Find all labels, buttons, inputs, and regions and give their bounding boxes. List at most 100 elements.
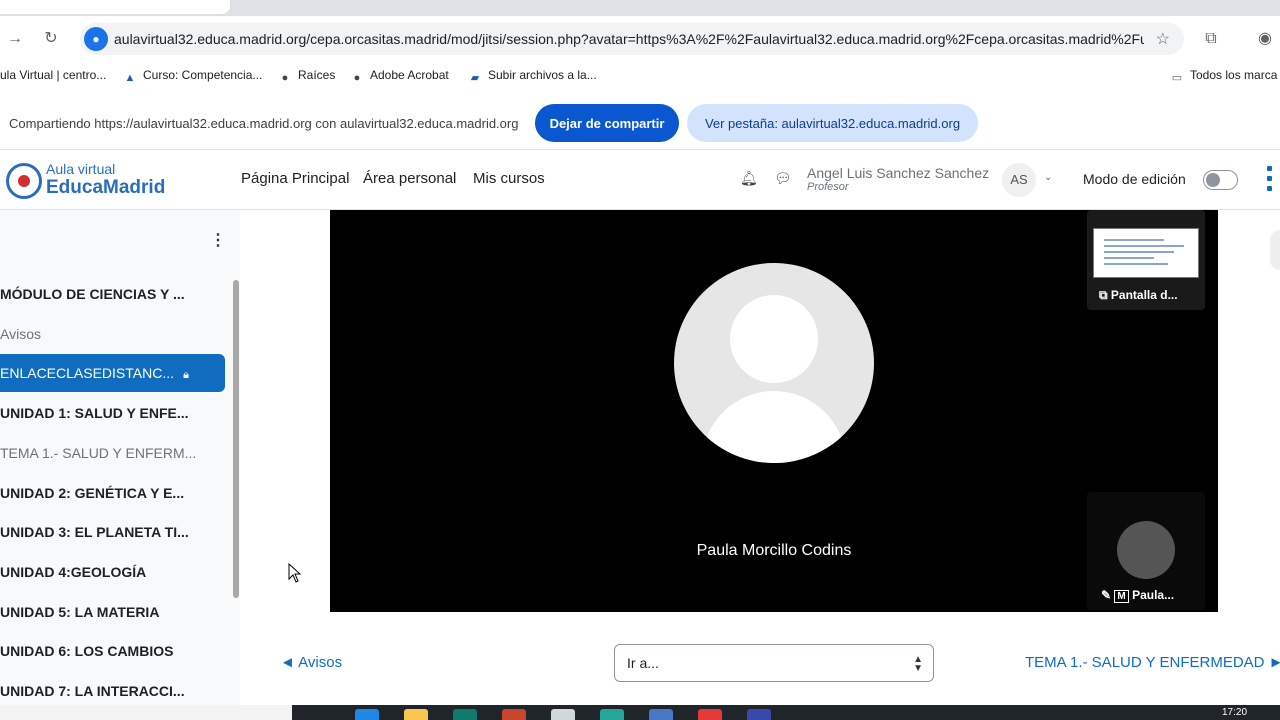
screen-share-label: Pantalla d... [1110, 288, 1178, 302]
sidebar-item-label: ENLACECLASEDISTANC... [0, 365, 175, 382]
bookmark-item[interactable]: ● Raíces [278, 68, 336, 85]
bookmark-item[interactable]: ▲ Curso: Competencia... [123, 68, 263, 85]
participant-thumb-label: Paula... [1132, 588, 1175, 602]
sharing-message: Compartiendo https://aulavirtual32.educa… [9, 116, 519, 131]
next-activity-link[interactable]: TEMA 1.- SALUD Y ENFERMEDAD ► [1025, 654, 1280, 671]
folder-icon: ▭ [1171, 72, 1183, 84]
educamadrid-logo[interactable]: Aula virtual EducaMadrid [6, 161, 186, 201]
view-tab-button[interactable]: Ver pestaña: aulavirtual32.educa.madrid.… [687, 104, 978, 142]
jump-to-value: Ir a... [627, 655, 659, 671]
browser-tab-strip [0, 0, 1280, 16]
os-taskbar: 17:20 [0, 705, 1280, 720]
sidebar-item[interactable]: MÓDULO DE CIENCIAS Y ... [0, 275, 225, 313]
logo-emblem-icon [6, 163, 42, 199]
nav-my-courses-link[interactable]: Mis cursos [473, 170, 545, 187]
sidebar-item[interactable]: UNIDAD 6: LOS CAMBIOS [0, 632, 225, 670]
browser-toolbar: → ↻ ● aulavirtual32.educa.madrid.org/cep… [0, 16, 1280, 62]
notifications-bell-icon[interactable]: 🔔︎ [740, 170, 758, 187]
participant-name: Paula Morcillo Codins [696, 542, 852, 559]
chrome-icon[interactable] [698, 709, 722, 720]
globe-icon: ● [281, 72, 289, 84]
mouse-pointer-icon [288, 563, 302, 583]
powerpoint-icon[interactable] [502, 709, 526, 720]
app-icon[interactable] [551, 709, 575, 720]
browser-tab[interactable] [0, 0, 230, 14]
edit-mode-toggle[interactable] [1203, 170, 1238, 190]
bookmarks-bar: ula Virtual | centro... ▲ Curso: Competen… [0, 62, 1280, 90]
jitsi-video-stage[interactable]: Paula Morcillo Codins ⧉ Pantalla d... ✎ … [330, 210, 1218, 612]
bookmark-star-icon[interactable]: ☆ [1156, 29, 1170, 49]
microphone-muted-icon: ✎ [1101, 588, 1115, 602]
all-bookmarks-folder[interactable]: ▭ Todos los marca [1170, 68, 1278, 85]
sidebar-item[interactable]: UNIDAD 3: EL PLANETA TI... [0, 513, 225, 551]
more-options-icon[interactable]: ⋮ [210, 230, 226, 250]
sidebar-item-label: UNIDAD 5: LA MATERIA [0, 603, 160, 620]
taskbar-clock: 17:20 [1222, 707, 1248, 718]
main-content: Paula Morcillo Codins ⧉ Pantalla d... ✎ … [240, 210, 1280, 705]
jump-to-select[interactable]: Ir a... ▲ ▼ [614, 644, 934, 682]
bookmark-item[interactable]: ● Adobe Acrobat [350, 68, 449, 85]
edge-icon[interactable] [355, 709, 379, 720]
sidebar-item-label: UNIDAD 2: GENÉTICA Y E... [0, 484, 185, 501]
sidebar-item[interactable]: UNIDAD 4:GEOLOGÍA [0, 553, 225, 591]
chevron-down-icon[interactable]: ⌄ [1044, 172, 1052, 183]
sidebar-item[interactable]: UNIDAD 5: LA MATERIA [0, 593, 225, 631]
participant-avatar [674, 263, 874, 463]
moderator-badge: M [1114, 590, 1129, 603]
participant-thumbnail[interactable]: ✎ M Paula... [1087, 492, 1205, 610]
sidebar-item-label: TEMA 1.- SALUD Y ENFERM... [0, 444, 197, 461]
sidebar-item-active[interactable]: ENLACECLASEDISTANC... 🔒︎ [0, 354, 225, 393]
scrollbar-thumb[interactable] [233, 280, 239, 598]
app-icon[interactable] [747, 709, 771, 720]
clapperboard-icon: ▰ [470, 72, 480, 84]
previous-activity-link[interactable]: ◄ Avisos [280, 654, 342, 671]
apps-grid-icon[interactable] [1263, 166, 1280, 194]
nav-dashboard-link[interactable]: Área personal [363, 170, 456, 187]
sidebar-item[interactable]: UNIDAD 7: LA INTERACCI... [0, 672, 225, 705]
sidebar-item-label: UNIDAD 4:GEOLOGÍA [0, 563, 147, 580]
lock-icon: 🔒︎ [180, 369, 189, 382]
bookmark-item[interactable]: ▰ Subir archivos a la... [468, 68, 597, 85]
sidebar-item[interactable]: UNIDAD 2: GENÉTICA Y E... [0, 474, 225, 512]
participant-thumb-avatar [1117, 521, 1175, 579]
tab-sharing-bar: Compartiendo https://aulavirtual32.educa… [0, 96, 1280, 150]
app-icon[interactable] [600, 709, 624, 720]
taskbar-search[interactable] [0, 705, 292, 720]
screen-preview [1093, 228, 1199, 278]
address-bar[interactable]: ● aulavirtual32.educa.madrid.org/cepa.or… [80, 23, 1184, 55]
extensions-icon[interactable]: ⧉ [1200, 28, 1222, 50]
site-header: Aula virtual EducaMadrid Página Principa… [0, 150, 1280, 210]
sidebar-item-label: Avisos [0, 325, 41, 342]
stop-sharing-button[interactable]: Dejar de compartir [535, 104, 679, 142]
sidebar-item[interactable]: UNIDAD 1: SALUD Y ENFE... [0, 394, 225, 432]
word-icon[interactable] [649, 709, 673, 720]
screen-share-icon: ⧉ [1099, 288, 1111, 302]
sidebar-item[interactable]: TEMA 1.- SALUD Y ENFERM... [0, 434, 225, 472]
screen-share-thumbnail[interactable]: ⧉ Pantalla d... [1087, 210, 1205, 310]
file-explorer-icon[interactable] [404, 709, 428, 720]
app-icon[interactable] [453, 709, 477, 720]
forward-icon[interactable]: → [4, 28, 26, 50]
nav-home-link[interactable]: Página Principal [241, 170, 349, 187]
user-avatar[interactable]: AS [1002, 163, 1036, 197]
drawer-handle[interactable] [1270, 230, 1280, 270]
sidebar-item-label: MÓDULO DE CIENCIAS Y ... [0, 286, 185, 302]
url-text: aulavirtual32.educa.madrid.org/cepa.orca… [114, 31, 1144, 47]
reload-icon[interactable]: ↻ [40, 28, 62, 50]
sidebar-scrollbar[interactable] [231, 272, 240, 705]
sidebar-item[interactable]: Avisos [0, 315, 225, 353]
messages-icon[interactable]: 💬︎ [774, 170, 792, 187]
course-index-drawer: ⋮ MÓDULO DE CIENCIAS Y ... Avisos ENLACECL… [0, 210, 240, 705]
globe-icon: ● [353, 72, 361, 84]
graduation-cap-icon: ▲ [124, 72, 136, 84]
profile-icon[interactable]: ◉ [1254, 28, 1276, 50]
sidebar-item-label: UNIDAD 7: LA INTERACCI... [0, 683, 185, 699]
edit-mode-label: Modo de edición [1083, 171, 1186, 187]
sidebar-item-label: UNIDAD 1: SALUD Y ENFE... [0, 405, 189, 422]
sidebar-item-label: UNIDAD 6: LOS CAMBIOS [0, 643, 174, 660]
microphone-icon[interactable]: ● [84, 27, 108, 51]
select-arrows-icon: ▲ ▼ [913, 654, 923, 674]
bookmark-item[interactable]: ula Virtual | centro... [0, 68, 106, 82]
user-role: Profesor [807, 181, 849, 193]
user-name[interactable]: Angel Luis Sanchez Sanchez [807, 165, 989, 181]
